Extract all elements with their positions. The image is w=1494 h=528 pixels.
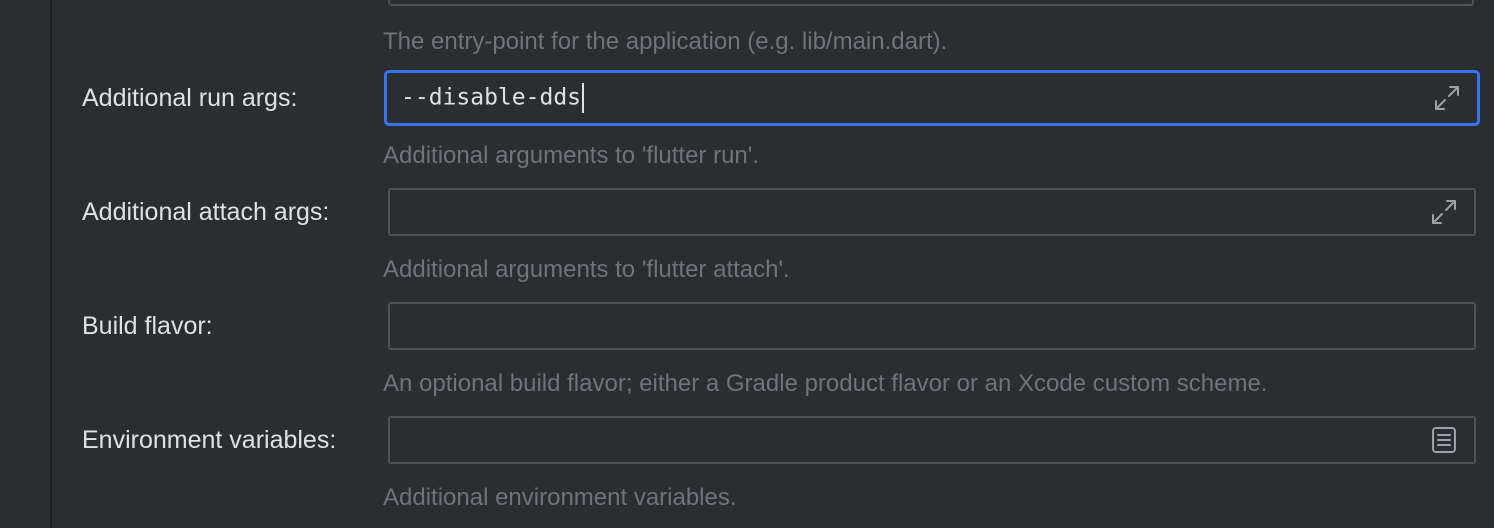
env-vars-label: Environment variables: <box>82 426 337 454</box>
expand-icon[interactable] <box>1428 196 1460 228</box>
dart-entrypoint-hint: The entry-point for the application (e.g… <box>383 28 948 55</box>
expand-icon[interactable] <box>1431 82 1463 114</box>
attach-args-hint: Additional arguments to 'flutter attach'… <box>383 256 790 283</box>
build-flavor-hint: An optional build flavor; either a Gradl… <box>383 370 1268 397</box>
run-args-label: Additional run args: <box>82 84 298 112</box>
run-args-input[interactable]: --disable-dds <box>384 70 1480 126</box>
build-flavor-label: Build flavor: <box>82 312 213 340</box>
run-args-value: --disable-dds <box>401 83 585 113</box>
run-args-hint: Additional arguments to 'flutter run'. <box>383 142 760 169</box>
run-configuration-form: The entry-point for the application (e.g… <box>0 0 1494 528</box>
env-vars-hint: Additional environment variables. <box>383 484 737 511</box>
document-icon[interactable] <box>1428 424 1460 456</box>
sidebar-divider <box>50 0 52 528</box>
text-caret <box>582 83 585 113</box>
build-flavor-input[interactable] <box>388 302 1476 350</box>
dart-entrypoint-field[interactable] <box>388 0 1474 6</box>
attach-args-label: Additional attach args: <box>82 198 330 226</box>
attach-args-input[interactable] <box>388 188 1476 236</box>
env-vars-input[interactable] <box>388 416 1476 464</box>
